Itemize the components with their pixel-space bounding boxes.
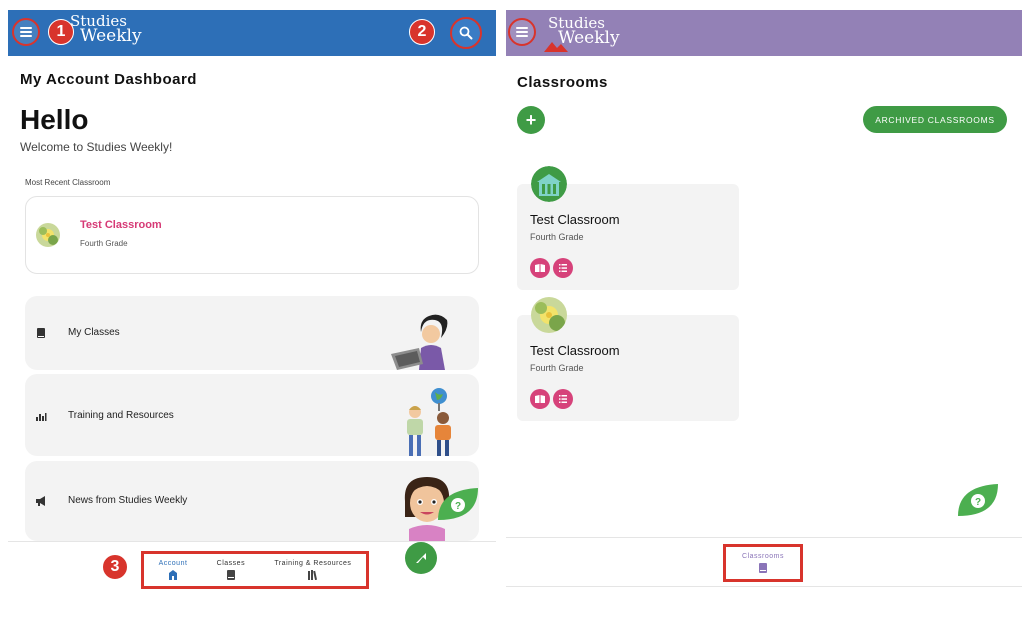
logo-mountain-icon — [544, 42, 568, 52]
help-leaf-icon: ? — [438, 488, 478, 520]
nav-training-label: Training & Resources — [274, 560, 352, 567]
svg-text:?: ? — [455, 501, 461, 512]
classroom-avatar — [531, 297, 567, 333]
hamburger-menu-button[interactable] — [12, 18, 40, 46]
nav-classrooms-label: Classrooms — [742, 553, 784, 560]
menu-card-my-classes[interactable]: My Classes — [25, 296, 479, 370]
archived-classrooms-button[interactable]: ARCHIVED CLASSROOMS — [863, 106, 1007, 133]
bottom-navigation: Classrooms — [506, 537, 1022, 587]
nav-account-label: Account — [158, 560, 188, 567]
classroom-name[interactable]: Test Classroom — [530, 343, 620, 358]
students-globe-illustration — [407, 388, 451, 456]
classrooms-screen: Studies Weekly Classrooms + ARCHIVED CLA… — [506, 0, 1022, 600]
book-icon — [758, 563, 767, 573]
nav-classes[interactable]: Classes — [217, 560, 245, 580]
leaf-arrow-icon — [416, 553, 426, 563]
callout-badge-2: 2 — [409, 19, 435, 45]
nav-highlight-box: Classrooms — [723, 544, 803, 582]
book-icon — [37, 328, 45, 338]
account-icon — [169, 570, 178, 580]
classroom-grade: Fourth Grade — [530, 232, 584, 242]
help-button[interactable]: ? — [436, 486, 480, 522]
list-icon — [559, 264, 567, 272]
classroom-card[interactable]: Test Classroom Fourth Grade — [517, 297, 739, 421]
page-title: Classrooms — [517, 74, 608, 91]
menu-item-label: Training and Resources — [68, 410, 174, 421]
flower-image — [531, 297, 567, 333]
chart-icon — [36, 413, 47, 421]
classroom-book-button[interactable] — [530, 389, 550, 409]
search-icon — [459, 26, 473, 40]
classroom-card[interactable]: Test Classroom Fourth Grade — [517, 166, 739, 290]
student-laptop-illustration — [391, 314, 448, 370]
classroom-grade: Fourth Grade — [530, 363, 584, 373]
search-button[interactable] — [450, 17, 482, 49]
recent-classroom-name[interactable]: Test Classroom — [80, 219, 162, 231]
classroom-name[interactable]: Test Classroom — [530, 212, 620, 227]
bottom-navigation: 3 Account Classes Training & Resources — [8, 541, 496, 599]
open-book-icon — [535, 264, 545, 272]
menu-icon — [516, 27, 528, 37]
app-header: 1 Studies Weekly 2 — [8, 10, 496, 56]
help-leaf-icon: ? — [958, 484, 998, 516]
nav-classrooms[interactable]: Classrooms — [742, 553, 784, 573]
welcome-text: Welcome to Studies Weekly! — [20, 140, 173, 154]
classroom-book-button[interactable] — [530, 258, 550, 278]
page-title: My Account Dashboard — [20, 71, 197, 88]
classroom-avatar — [531, 166, 567, 202]
menu-card-news[interactable]: News from Studies Weekly — [25, 461, 479, 541]
building-icon — [531, 166, 567, 202]
studies-weekly-logo[interactable]: Studies Weekly — [70, 14, 142, 46]
library-icon — [307, 570, 317, 580]
feedback-button[interactable] — [405, 542, 437, 574]
hamburger-menu-button[interactable] — [508, 18, 536, 46]
app-header: Studies Weekly — [506, 10, 1022, 56]
classroom-actions — [530, 389, 573, 409]
recent-classroom-grade: Fourth Grade — [80, 239, 128, 248]
greeting-heading: Hello — [20, 104, 89, 135]
nav-highlight-box: Account Classes Training & Resources — [141, 551, 369, 589]
recent-classroom-label: Most Recent Classroom — [25, 178, 111, 187]
menu-icon — [20, 27, 32, 37]
classroom-avatar — [36, 223, 60, 247]
list-icon — [559, 395, 567, 403]
menu-card-training-resources[interactable]: Training and Resources — [25, 374, 479, 456]
open-book-icon — [535, 395, 545, 403]
menu-item-label: My Classes — [68, 327, 120, 338]
nav-training-resources[interactable]: Training & Resources — [274, 560, 351, 580]
megaphone-icon — [36, 496, 45, 506]
nav-account[interactable]: Account — [159, 560, 188, 580]
classroom-list-button[interactable] — [553, 258, 573, 278]
classroom-actions — [530, 258, 573, 278]
callout-badge-3: 3 — [102, 554, 128, 580]
account-dashboard-screen: 1 Studies Weekly 2 My Account Dashboard … — [8, 0, 496, 600]
svg-text:?: ? — [975, 497, 981, 508]
classroom-list-button[interactable] — [553, 389, 573, 409]
flower-image — [36, 223, 60, 247]
book-icon — [226, 570, 235, 580]
recent-classroom-card[interactable]: Test Classroom Fourth Grade — [25, 196, 479, 274]
help-button[interactable]: ? — [956, 482, 1000, 518]
add-classroom-button[interactable]: + — [517, 106, 545, 134]
logo-line-2: Weekly — [80, 26, 142, 46]
nav-classes-label: Classes — [216, 560, 246, 567]
menu-item-label: News from Studies Weekly — [68, 495, 188, 506]
